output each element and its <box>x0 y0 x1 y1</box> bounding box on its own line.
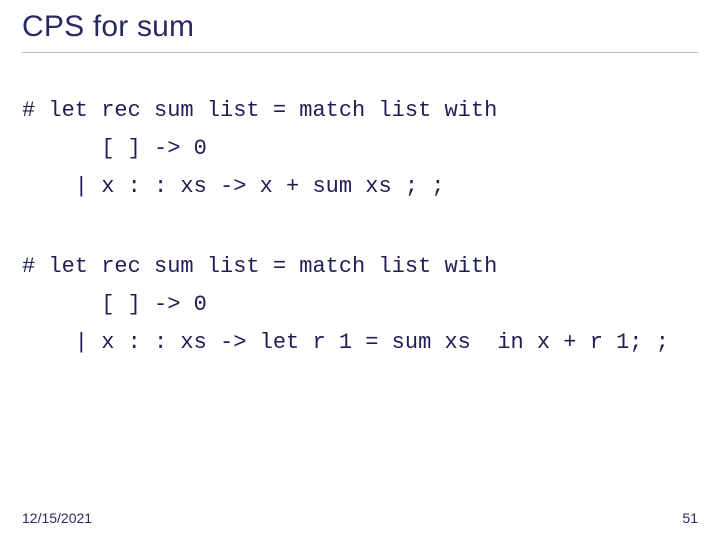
footer-page-number: 51 <box>682 510 698 526</box>
footer-date: 12/15/2021 <box>22 510 92 526</box>
code-block-2: # let rec sum list = match list with [ ]… <box>22 248 669 362</box>
slide-title: CPS for sum <box>22 10 194 44</box>
code-block-1: # let rec sum list = match list with [ ]… <box>22 92 497 206</box>
title-underline <box>22 52 698 53</box>
slide: CPS for sum # let rec sum list = match l… <box>0 0 720 540</box>
